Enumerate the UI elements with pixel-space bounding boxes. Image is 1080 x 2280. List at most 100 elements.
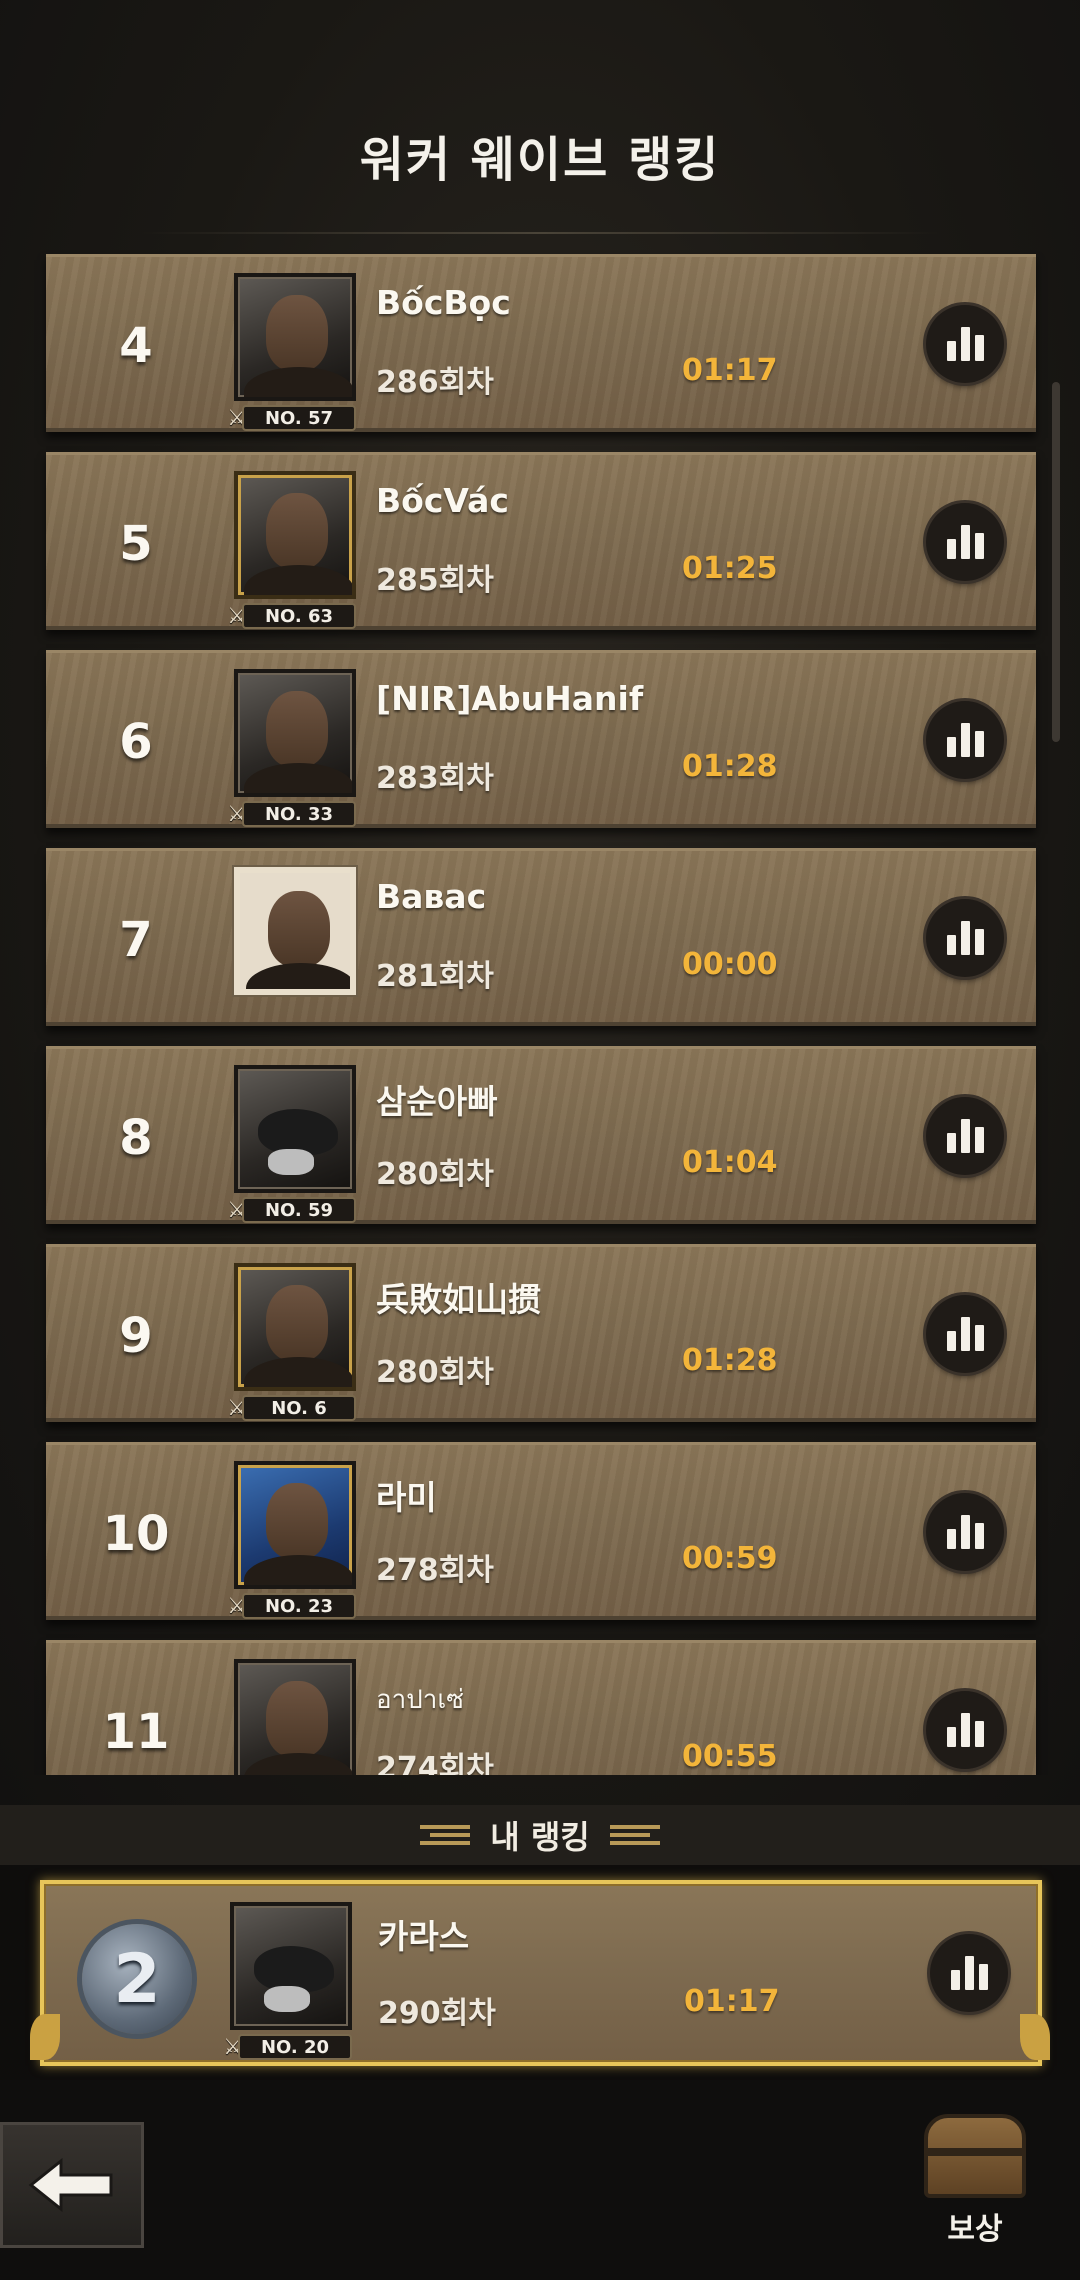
stats-button[interactable]	[926, 899, 1004, 977]
my-character-number: NO. 20	[238, 2034, 352, 2060]
rank-number: 9	[119, 1308, 153, 1364]
player-name: BốcVác	[376, 481, 509, 520]
character-face	[268, 891, 330, 967]
stats-button[interactable]	[926, 1691, 1004, 1769]
clear-time: 01:28	[682, 749, 778, 784]
character-face	[266, 1483, 328, 1559]
player-name: BốcBọc	[376, 283, 511, 322]
header-decoration-left	[420, 1825, 471, 1845]
rank-number: 11	[102, 1704, 170, 1760]
ranking-row[interactable]: 11 อาปาเซ่ 274회차 00:55	[46, 1640, 1036, 1775]
back-arrow-icon	[28, 2157, 113, 2213]
character-face	[266, 1285, 328, 1361]
stats-bar-icon	[960, 723, 970, 757]
ranking-row[interactable]: 10 ⚔ NO. 23 라미 278회차 00:59	[46, 1442, 1036, 1620]
character-face	[266, 295, 328, 371]
reward-button-label[interactable]: 보상	[914, 2204, 1036, 2248]
wave-count: 286회차	[376, 365, 494, 400]
stats-bar-icon	[960, 1515, 970, 1549]
player-name: 兵敗如山掼	[376, 1280, 541, 1319]
ranking-row[interactable]: 5 ⚔ NO. 63 BốcVác 285회차 01:25	[46, 452, 1036, 630]
character-number: NO. 33	[242, 801, 356, 827]
stats-button[interactable]	[926, 1295, 1004, 1373]
character-number: NO. 23	[242, 1593, 356, 1619]
rank-number: 8	[119, 1110, 153, 1166]
rank-number: 4	[119, 318, 153, 374]
my-stats-button[interactable]	[930, 1934, 1008, 2012]
wave-count: 274회차	[376, 1751, 494, 1775]
clear-time: 01:17	[682, 353, 778, 388]
player-avatar	[234, 669, 356, 797]
stats-bar-icon	[978, 1964, 988, 1990]
my-avatar	[230, 1902, 352, 2030]
character-body	[246, 963, 350, 989]
header-decoration-right	[609, 1825, 660, 1845]
skull-icon	[268, 1149, 314, 1175]
rank-number: 7	[119, 912, 153, 968]
title-divider	[140, 232, 940, 234]
ranking-row[interactable]: 4 ⚔ NO. 57 BốcBọc 286회차 01:17	[46, 254, 1036, 432]
stats-bar-icon	[960, 327, 970, 361]
ranking-row[interactable]: 6 ⚔ NO. 33 [NIR]AbuHanif 283회차 01:28	[46, 650, 1036, 828]
wave-count: 281회차	[376, 959, 494, 994]
character-body	[244, 1357, 352, 1387]
ranking-row[interactable]: 8 ⚔ NO. 59 삼순아빠 280회차 01:04	[46, 1046, 1036, 1224]
player-name: 삼순아빠	[376, 1082, 498, 1121]
stats-bar-icon	[946, 1529, 956, 1549]
player-name: อาปาเซ่	[376, 1685, 464, 1715]
player-avatar	[234, 471, 356, 599]
stats-bar-icon	[946, 539, 956, 559]
wave-count: 283회차	[376, 761, 494, 796]
rank-number: 5	[119, 516, 153, 572]
my-ranking-header: 내 랭킹	[0, 1805, 1080, 1865]
stats-button[interactable]	[926, 1097, 1004, 1175]
character-body	[244, 367, 352, 397]
wave-count: 280회차	[376, 1355, 494, 1390]
stats-bar-icon	[960, 1119, 970, 1153]
clear-time: 01:25	[682, 551, 778, 586]
character-number: NO. 63	[242, 603, 356, 629]
stats-bar-icon	[946, 1331, 956, 1351]
player-avatar	[234, 1461, 356, 1589]
stats-bar-icon	[974, 929, 984, 955]
ranking-row[interactable]: 7 Вавас 281회차 00:00	[46, 848, 1036, 1026]
my-player-name: 카라스	[378, 1917, 470, 1956]
ranking-list-scrollbar[interactable]	[1052, 382, 1060, 742]
stats-bar-icon	[974, 335, 984, 361]
wave-count: 285회차	[376, 563, 494, 598]
stats-button[interactable]	[926, 701, 1004, 779]
character-face	[266, 691, 328, 767]
character-number: NO. 57	[242, 405, 356, 431]
clear-time: 01:04	[682, 1145, 778, 1180]
player-avatar	[234, 1659, 356, 1775]
ranking-list[interactable]: 4 ⚔ NO. 57 BốcBọc 286회차 01:17 5 ⚔ NO. 63 BốcVác 28…	[0, 250, 1080, 1775]
skull-icon	[264, 1986, 310, 2012]
my-rank-badge: 2	[82, 1924, 192, 2034]
my-ranking-row[interactable]: 2 ⚔ NO. 20 카라스 290회차 01:17	[40, 1880, 1042, 2066]
back-button[interactable]	[0, 2122, 144, 2248]
stats-button[interactable]	[926, 503, 1004, 581]
character-body	[244, 565, 352, 595]
clear-time: 00:59	[682, 1541, 778, 1576]
treasure-chest-icon[interactable]	[924, 2114, 1026, 2198]
player-avatar	[234, 273, 356, 401]
stats-bar-icon	[960, 1317, 970, 1351]
player-name: Вавас	[376, 877, 487, 916]
clear-time: 00:00	[682, 947, 778, 982]
character-face	[266, 1681, 328, 1757]
stats-bar-icon	[960, 921, 970, 955]
stats-bar-icon	[950, 1970, 960, 1990]
character-face	[266, 493, 328, 569]
my-ranking-label: 내 랭킹	[490, 1818, 590, 1856]
stats-button[interactable]	[926, 1493, 1004, 1571]
stats-bar-icon	[974, 731, 984, 757]
rank-number: 6	[119, 714, 153, 770]
player-avatar	[234, 1263, 356, 1391]
laurel-left-icon	[30, 2014, 60, 2060]
character-number: NO. 59	[242, 1197, 356, 1223]
my-wave-count: 290회차	[378, 1996, 496, 2031]
stats-button[interactable]	[926, 305, 1004, 383]
stats-bar-icon	[946, 935, 956, 955]
my-clear-time: 01:17	[684, 1984, 780, 2019]
ranking-row[interactable]: 9 ⚔ NO. 6 兵敗如山掼 280회차 01:28	[46, 1244, 1036, 1422]
